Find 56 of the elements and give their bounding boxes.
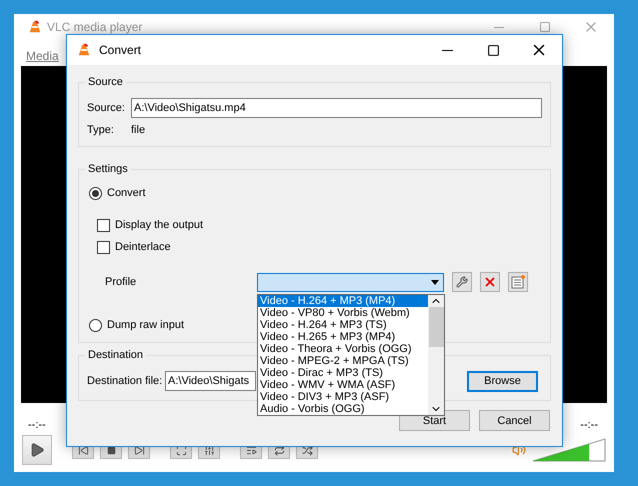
window-title: VLC media player bbox=[47, 20, 142, 34]
caret-icon bbox=[431, 280, 439, 284]
dialog-title: Convert bbox=[99, 43, 142, 57]
next-icon bbox=[134, 444, 144, 456]
edit-profile-button[interactable] bbox=[452, 272, 472, 292]
profile-option[interactable]: Video - H.264 + MP3 (MP4) bbox=[258, 295, 428, 307]
delete-profile-button[interactable] bbox=[480, 272, 500, 292]
profile-dropdown[interactable] bbox=[257, 272, 444, 292]
wrench-icon bbox=[456, 276, 468, 288]
scrollbar[interactable] bbox=[428, 295, 444, 415]
checkbox-label: Display the output bbox=[115, 219, 204, 231]
cone-icon bbox=[77, 43, 91, 57]
profile-option[interactable]: Video - H.264 + MP3 (TS) bbox=[258, 319, 428, 331]
checkbox[interactable] bbox=[97, 218, 110, 232]
profile-option[interactable]: Video - DIV3 + MP3 (ASF) bbox=[258, 391, 428, 403]
radio-label: Dump raw input bbox=[107, 319, 184, 331]
checkbox[interactable] bbox=[97, 240, 110, 254]
type-value: file bbox=[131, 124, 146, 136]
profile-option[interactable]: Video - Dirac + MP3 (TS) bbox=[258, 367, 428, 379]
field-label: Source: bbox=[87, 102, 126, 114]
radio-button[interactable] bbox=[89, 318, 102, 332]
delete-icon bbox=[483, 275, 497, 289]
elapsed-time: --:-- bbox=[28, 419, 46, 433]
profile-option[interactable]: Video - H.265 + MP3 (MP4) bbox=[258, 331, 428, 343]
play-button[interactable] bbox=[22, 435, 52, 465]
fullscreen-icon bbox=[176, 444, 186, 456]
maximize-icon bbox=[486, 44, 500, 56]
profile-option[interactable]: Video - VP80 + Vorbis (Webm) bbox=[258, 307, 428, 319]
destination-field[interactable]: A:\Video\Shigats bbox=[165, 371, 256, 391]
checkbox-label: Deinterlace bbox=[115, 241, 171, 253]
profile-label: Profile bbox=[105, 276, 138, 288]
maximize-icon bbox=[539, 21, 551, 33]
browse-button[interactable]: Browse bbox=[467, 370, 538, 392]
field-label: Destination file: bbox=[87, 375, 164, 387]
profile-option[interactable]: Video - Theora + Vorbis (OGG) bbox=[258, 343, 428, 355]
source-field[interactable]: A:\Video\Shigatsu.mp4 bbox=[131, 98, 542, 118]
playlist-icon bbox=[246, 444, 256, 456]
group-title: Settings bbox=[87, 163, 129, 175]
group-title: Destination bbox=[87, 349, 144, 361]
profile-option[interactable]: Video - WMV + WMA (ASF) bbox=[258, 379, 428, 391]
new-profile-button[interactable] bbox=[508, 272, 528, 292]
field-label: Type: bbox=[87, 124, 115, 136]
previous-icon bbox=[78, 444, 88, 456]
equalizer-icon bbox=[204, 444, 214, 456]
dialog-button[interactable]: Cancel bbox=[479, 410, 550, 431]
radio-button[interactable] bbox=[89, 186, 102, 200]
loop-icon bbox=[274, 444, 284, 456]
play-icon bbox=[29, 442, 45, 458]
profile-option[interactable]: Video - MPEG-2 + MPGA (TS) bbox=[258, 355, 428, 367]
list-icon bbox=[511, 275, 525, 289]
group-title: Source bbox=[87, 76, 124, 88]
total-time: --:-- bbox=[580, 419, 598, 433]
cone-icon bbox=[28, 20, 42, 34]
menu-item[interactable]: Media bbox=[26, 49, 59, 63]
minimize-icon bbox=[494, 26, 504, 28]
radio-label: Convert bbox=[107, 187, 146, 199]
